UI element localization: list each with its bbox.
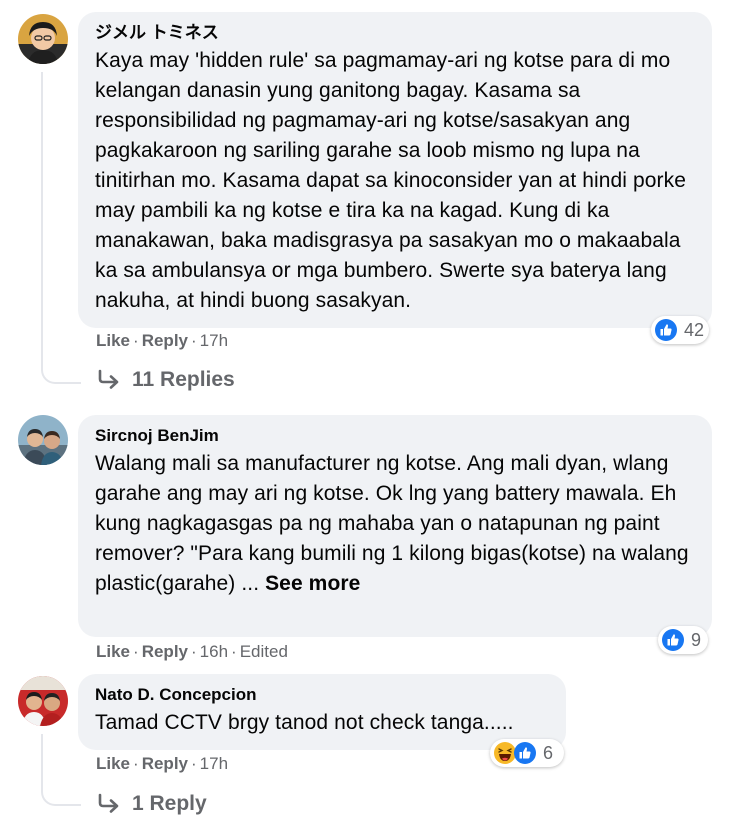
- replies-count-label: 1 Reply: [132, 792, 207, 815]
- like-icon: [513, 741, 537, 765]
- reply-button[interactable]: Reply: [142, 642, 188, 661]
- comment-actions: Like · Reply · 16h · Edited: [96, 641, 288, 663]
- reply-thread-line: [41, 734, 81, 806]
- separator-dot: ·: [133, 331, 139, 350]
- like-button[interactable]: Like: [96, 642, 130, 661]
- reply-thread-line: [41, 72, 81, 384]
- comment-author[interactable]: Sircnoj BenJim: [95, 425, 696, 447]
- avatar[interactable]: [18, 14, 68, 64]
- like-icon: [661, 628, 685, 652]
- reaction-summary[interactable]: 6: [490, 739, 564, 767]
- avatar[interactable]: [18, 415, 68, 465]
- separator-dot: ·: [231, 642, 237, 661]
- comment-author[interactable]: Nato D. Concepcion: [95, 684, 550, 706]
- comment-text: Walang mali sa manufacturer ng kotse. An…: [95, 449, 696, 599]
- separator-dot: ·: [133, 754, 139, 773]
- comment-author[interactable]: ジメル トミネス: [95, 22, 696, 44]
- comment-actions: Like · Reply · 17h: [96, 330, 228, 352]
- edited-label[interactable]: Edited: [240, 642, 288, 661]
- like-icon: [654, 318, 678, 342]
- see-more-link[interactable]: See more: [265, 572, 360, 595]
- reaction-count: 6: [543, 742, 554, 763]
- comment-text-body: Walang mali sa manufacturer ng kotse. An…: [95, 452, 689, 595]
- comment-actions: Like · Reply · 17h: [96, 753, 228, 775]
- comment-timestamp[interactable]: 17h: [200, 331, 228, 350]
- comment-timestamp[interactable]: 16h: [200, 642, 228, 661]
- comment-bubble: ジメル トミネス Kaya may 'hidden rule' sa pagma…: [78, 12, 712, 328]
- like-button[interactable]: Like: [96, 331, 130, 350]
- comment-timestamp[interactable]: 17h: [200, 754, 228, 773]
- view-replies-button[interactable]: 11 Replies: [96, 368, 235, 392]
- separator-dot: ·: [191, 642, 197, 661]
- reply-arrow-icon: [96, 369, 122, 391]
- reaction-summary[interactable]: 9: [658, 626, 708, 654]
- reaction-summary[interactable]: 42: [651, 316, 709, 344]
- reaction-count: 42: [684, 319, 705, 340]
- reaction-count: 9: [691, 629, 702, 650]
- comment-bubble: Nato D. Concepcion Tamad CCTV brgy tanod…: [78, 674, 566, 750]
- replies-count-label: 11 Replies: [132, 368, 235, 391]
- like-button[interactable]: Like: [96, 754, 130, 773]
- separator-dot: ·: [133, 642, 139, 661]
- reply-button[interactable]: Reply: [142, 331, 188, 350]
- view-replies-button[interactable]: 1 Reply: [96, 792, 207, 816]
- comment-text: Kaya may 'hidden rule' sa pagmamay-ari n…: [95, 49, 687, 312]
- comment-thread: ジメル トミネス Kaya may 'hidden rule' sa pagma…: [0, 0, 750, 830]
- separator-dot: ·: [191, 754, 197, 773]
- comment-bubble: Sircnoj BenJim Walang mali sa manufactur…: [78, 415, 712, 637]
- comment-text: Tamad CCTV brgy tanod not check tanga...…: [95, 711, 514, 734]
- reply-arrow-icon: [96, 793, 122, 815]
- separator-dot: ·: [191, 331, 197, 350]
- avatar[interactable]: [18, 676, 68, 726]
- reply-button[interactable]: Reply: [142, 754, 188, 773]
